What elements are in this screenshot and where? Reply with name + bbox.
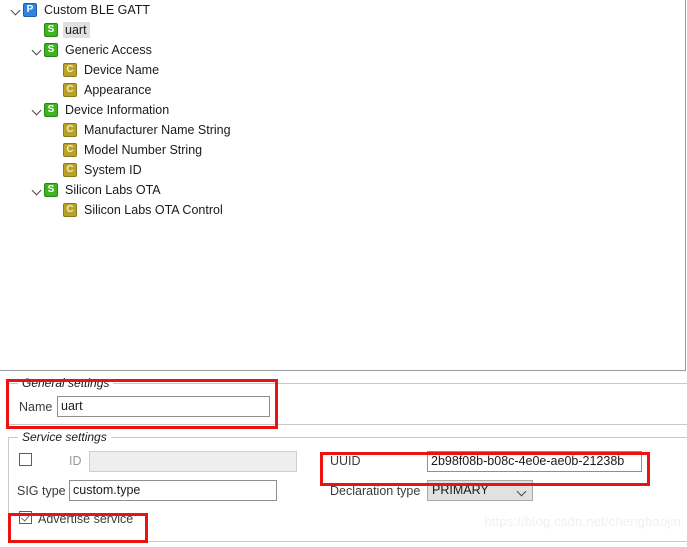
tree-node-label: uart	[63, 22, 90, 38]
declaration-type-select[interactable]: PRIMARY	[427, 480, 533, 501]
characteristic-icon: C	[63, 203, 77, 217]
tree-node[interactable]: C Model Number String	[0, 140, 685, 160]
id-label: ID	[69, 454, 82, 468]
chevron-down-icon[interactable]	[31, 100, 44, 120]
tree-node-label: Custom BLE GATT	[44, 3, 151, 17]
advertise-service-label: Advertise service	[38, 512, 134, 526]
sig-type-label: SIG type	[17, 484, 66, 498]
chevron-down-icon[interactable]	[31, 180, 44, 200]
tree-node-label: System ID	[84, 163, 142, 177]
chevron-down-icon[interactable]	[10, 0, 23, 20]
characteristic-icon: C	[63, 143, 77, 157]
uuid-input[interactable]: 2b98f08b-b08c-4e0e-ae0b-21238b	[427, 451, 642, 472]
declaration-type-value: PRIMARY	[432, 483, 489, 497]
uuid-label: UUID	[330, 454, 361, 468]
service-icon: S	[44, 43, 58, 57]
general-settings-title: General settings	[18, 376, 114, 390]
service-icon: S	[44, 23, 58, 37]
characteristic-icon: C	[63, 123, 77, 137]
tree-node-label: Silicon Labs OTA	[65, 183, 161, 197]
tree-node[interactable]: S Silicon Labs OTA	[0, 180, 685, 200]
general-settings-group: General settings Name uart	[8, 376, 687, 425]
profile-icon: P	[23, 3, 37, 17]
watermark-text: https://blog.csdn.net/chengbaojin	[484, 514, 681, 529]
tree-node[interactable]: C Appearance	[0, 80, 685, 100]
advertise-service-checkbox[interactable]	[19, 511, 32, 524]
tree-node[interactable]: C Device Name	[0, 60, 685, 80]
tree-node[interactable]: P Custom BLE GATT	[0, 0, 685, 20]
tree-node-label: Appearance	[84, 83, 152, 97]
tree-node[interactable]: C Silicon Labs OTA Control	[0, 200, 685, 220]
characteristic-icon: C	[63, 63, 77, 77]
declaration-type-label: Declaration type	[330, 484, 421, 498]
tree-node[interactable]: C Manufacturer Name String	[0, 120, 685, 140]
gatt-tree-list[interactable]: P Custom BLE GATT Suart S Generic Access C Dev…	[0, 0, 685, 220]
chevron-down-icon[interactable]	[31, 40, 44, 60]
service-settings-title: Service settings	[18, 430, 111, 444]
tree-node-label: Manufacturer Name String	[84, 123, 231, 137]
tree-node[interactable]: C System ID	[0, 160, 685, 180]
tree-node-label: Device Name	[84, 63, 160, 77]
name-label: Name	[19, 400, 53, 414]
tree-node[interactable]: S Generic Access	[0, 40, 685, 60]
id-input	[89, 451, 297, 472]
service-icon: S	[44, 103, 58, 117]
tree-node-label: Model Number String	[84, 143, 203, 157]
characteristic-icon: C	[63, 83, 77, 97]
name-input[interactable]: uart	[57, 396, 270, 417]
chevron-down-icon	[516, 486, 527, 497]
tree-node-label: Generic Access	[65, 43, 152, 57]
tree-node-label: Silicon Labs OTA Control	[84, 203, 223, 217]
service-icon: S	[44, 183, 58, 197]
characteristic-icon: C	[63, 163, 77, 177]
sig-type-input[interactable]: custom.type	[69, 480, 277, 501]
tree-node-label: Device Information	[65, 103, 170, 117]
id-enable-checkbox[interactable]	[19, 453, 32, 466]
tree-node[interactable]: S Device Information	[0, 100, 685, 120]
tree-node[interactable]: Suart	[0, 20, 685, 40]
gatt-tree-panel[interactable]: P Custom BLE GATT Suart S Generic Access C Dev…	[0, 0, 686, 371]
